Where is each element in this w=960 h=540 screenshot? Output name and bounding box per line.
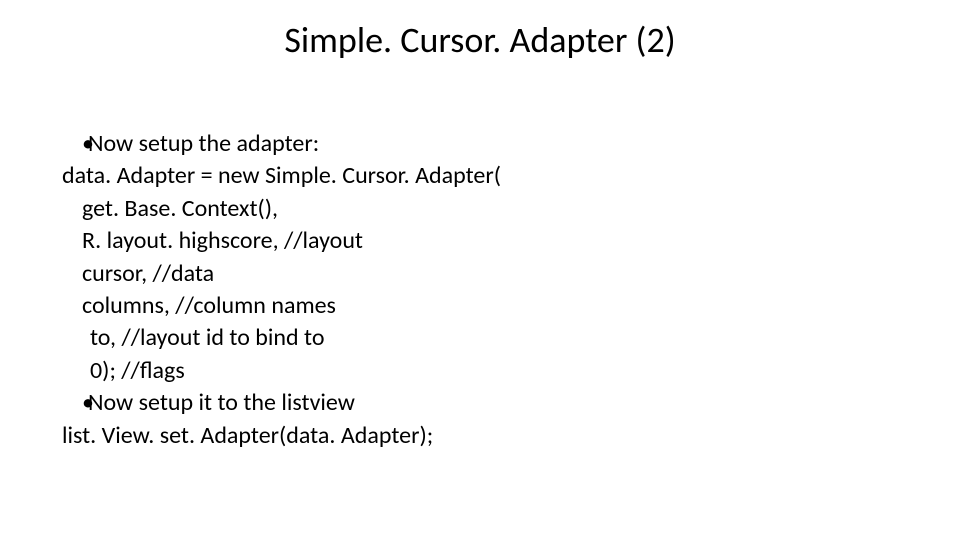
- slide: Simple. Cursor. Adapter (2) • Now setup …: [0, 0, 960, 540]
- code-line: 0); //flags: [62, 355, 882, 387]
- code-line: columns, //column names: [62, 290, 882, 322]
- code-line: to, //layout id to bind to: [62, 322, 882, 354]
- bullet-text: Now setup it to the listview: [88, 387, 882, 419]
- bullet-item: • Now setup it to the listview: [62, 387, 882, 419]
- code-line: R. layout. highscore, //layout: [62, 225, 882, 257]
- bullet-item: • Now setup the adapter:: [62, 128, 882, 160]
- slide-title: Simple. Cursor. Adapter (2): [0, 18, 960, 62]
- bullet-text: Now setup the adapter:: [88, 128, 882, 160]
- code-line: cursor, //data: [62, 258, 882, 290]
- code-line: list. View. set. Adapter(data. Adapter);: [62, 420, 882, 452]
- bullet-dot-icon: •: [62, 128, 88, 160]
- code-line: get. Base. Context(),: [62, 193, 882, 225]
- slide-body: • Now setup the adapter: data. Adapter =…: [62, 128, 882, 452]
- bullet-dot-icon: •: [62, 387, 88, 419]
- code-line: data. Adapter = new Simple. Cursor. Adap…: [62, 160, 882, 192]
